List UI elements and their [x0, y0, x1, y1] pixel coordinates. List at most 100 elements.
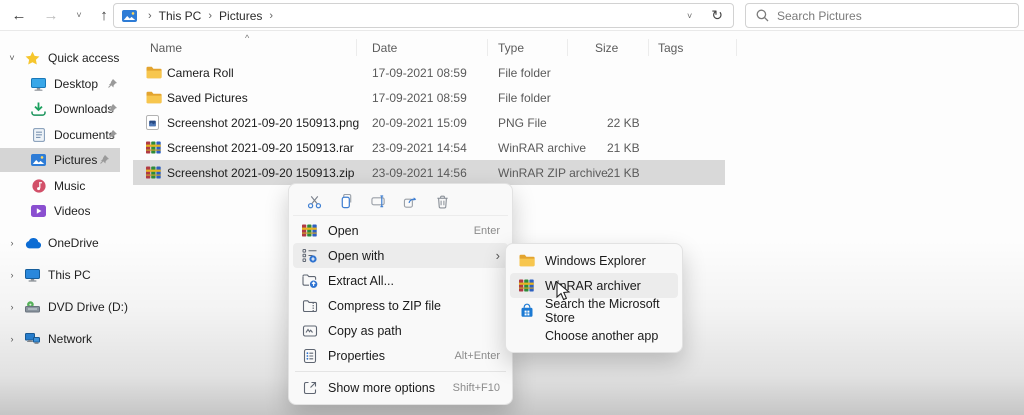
menu-item-open[interactable]: Open Enter	[293, 218, 508, 243]
dvd-drive-icon	[24, 299, 41, 316]
menu-item-copy-as-path[interactable]: Copy as path	[293, 318, 508, 343]
menu-item-show-more-options[interactable]: Show more options Shift+F10	[293, 375, 508, 400]
sidebar-item-documents[interactable]: Documents	[0, 123, 128, 147]
menu-item-compress-to-zip[interactable]: Compress to ZIP file	[293, 293, 508, 318]
file-type: WinRAR ZIP archive	[498, 166, 608, 180]
submenu-item-label: Choose another app	[545, 329, 658, 343]
file-row-screenshot-rar[interactable]: Screenshot 2021-09-20 150913.rar 23-09-2…	[133, 135, 725, 160]
pin-icon	[99, 154, 110, 165]
sidebar-item-quick-access[interactable]: ˅ Quick access	[0, 46, 128, 70]
search-box[interactable]	[745, 3, 1019, 28]
breadcrumb-separator[interactable]: ›	[269, 10, 273, 22]
forward-button[interactable]: →	[39, 3, 63, 27]
show-more-options-icon	[301, 380, 318, 396]
address-dropdown-chevron[interactable]: ˅	[678, 11, 701, 21]
navigation-pane: ˅ Quick access Desktop Downloads	[0, 32, 130, 415]
column-header-type[interactable]: Type	[498, 41, 524, 55]
sidebar-item-downloads[interactable]: Downloads	[0, 97, 128, 121]
music-icon	[30, 178, 47, 195]
sidebar-item-network[interactable]: › Network	[0, 327, 128, 351]
sidebar-item-label: Desktop	[54, 77, 98, 91]
menu-item-label: Show more options	[328, 381, 435, 395]
search-input[interactable]	[777, 9, 1018, 23]
column-header-tags[interactable]: Tags	[658, 41, 683, 55]
file-name: Screenshot 2021-09-20 150913.zip	[167, 166, 354, 180]
compress-zip-icon	[301, 298, 318, 314]
winrar-icon	[301, 224, 318, 237]
sidebar-item-label: Pictures	[54, 153, 97, 167]
menu-item-extract-all[interactable]: Extract All...	[293, 268, 508, 293]
sidebar-item-dvd-drive[interactable]: › DVD Drive (D:) CCCO	[0, 295, 128, 319]
column-header-name[interactable]: Name	[150, 41, 182, 55]
file-row-screenshot-png[interactable]: Screenshot 2021-09-20 150913.png 20-09-2…	[133, 110, 725, 135]
file-row-camera-roll[interactable]: Camera Roll 17-09-2021 08:59 File folder	[133, 60, 725, 85]
sidebar-item-label: Quick access	[48, 51, 119, 65]
folder-icon	[146, 90, 163, 106]
submenu-item-search-microsoft-store[interactable]: Search the Microsoft Store	[510, 298, 678, 323]
column-divider[interactable]	[648, 39, 649, 56]
chevron-right-icon[interactable]: ›	[6, 238, 18, 248]
column-divider[interactable]	[736, 39, 737, 56]
rename-icon[interactable]	[367, 190, 390, 213]
file-date: 23-09-2021 14:56	[372, 166, 467, 180]
menu-item-open-with[interactable]: Open with ›	[293, 243, 508, 268]
back-button[interactable]: ←	[7, 3, 31, 27]
submenu-item-choose-another-app[interactable]: Choose another app	[510, 323, 678, 348]
file-date: 20-09-2021 15:09	[372, 116, 467, 130]
pin-icon	[107, 103, 118, 114]
share-icon[interactable]	[399, 190, 422, 213]
file-size: 21 KB	[607, 141, 640, 155]
submenu-item-label: Windows Explorer	[545, 254, 646, 268]
context-menu: Open Enter Open with › Extract All... Co…	[288, 183, 513, 405]
sidebar-item-label: Documents	[54, 128, 115, 142]
address-bar[interactable]: › This PC › Pictures › ˅ ↻	[113, 3, 734, 28]
breadcrumb-separator[interactable]: ›	[208, 10, 212, 22]
chevron-right-icon[interactable]: ›	[6, 270, 18, 280]
sidebar-item-this-pc[interactable]: › This PC	[0, 263, 128, 287]
onedrive-icon	[24, 235, 41, 252]
file-date: 17-09-2021 08:59	[372, 91, 467, 105]
sidebar-item-desktop[interactable]: Desktop	[0, 72, 128, 96]
column-header-size[interactable]: Size	[595, 41, 618, 55]
refresh-icon[interactable]: ↻	[701, 7, 733, 24]
menu-item-label: Open	[328, 224, 359, 238]
column-divider[interactable]	[356, 39, 357, 56]
recent-locations-chevron[interactable]: ˅	[67, 3, 91, 27]
copy-path-icon	[301, 323, 318, 339]
breadcrumb-pictures[interactable]: Pictures	[219, 9, 262, 23]
cut-icon[interactable]	[303, 190, 326, 213]
delete-icon[interactable]	[431, 190, 454, 213]
sidebar-item-onedrive[interactable]: › OneDrive	[0, 231, 128, 255]
downloads-icon	[30, 101, 47, 118]
menu-item-label: Copy as path	[328, 324, 402, 338]
file-row-saved-pictures[interactable]: Saved Pictures 17-09-2021 08:59 File fol…	[133, 85, 725, 110]
sidebar-item-pictures[interactable]: Pictures	[0, 148, 120, 172]
menu-separator	[295, 371, 506, 372]
pictures-location-icon	[122, 10, 137, 22]
file-name: Saved Pictures	[167, 91, 248, 105]
winrar-icon	[146, 165, 163, 181]
chevron-right-icon[interactable]: ›	[6, 302, 18, 312]
submenu-item-winrar-archiver[interactable]: WinRAR archiver	[510, 273, 678, 298]
column-headers: ^ Name Date Type Size Tags	[133, 36, 733, 60]
file-row-screenshot-zip[interactable]: Screenshot 2021-09-20 150913.zip 23-09-2…	[133, 160, 725, 185]
column-divider[interactable]	[567, 39, 568, 56]
submenu-item-label: Search the Microsoft Store	[545, 297, 670, 325]
sidebar-item-music[interactable]: Music	[0, 174, 128, 198]
chevron-down-icon[interactable]: ˅	[6, 53, 18, 63]
menu-item-properties[interactable]: Properties Alt+Enter	[293, 343, 508, 368]
sidebar-item-label: DVD Drive (D:) CCCO	[48, 300, 128, 314]
chevron-right-icon[interactable]: ›	[6, 334, 18, 344]
documents-icon	[30, 127, 47, 144]
toolbar: ← → ˅ ↑ › This PC › Pictures › ˅ ↻	[0, 0, 1024, 31]
column-header-date[interactable]: Date	[372, 41, 397, 55]
copy-icon[interactable]	[335, 190, 358, 213]
submenu-item-windows-explorer[interactable]: Windows Explorer	[510, 248, 678, 273]
submenu-chevron-icon: ›	[496, 248, 500, 263]
sort-ascending-indicator: ^	[245, 33, 249, 43]
this-pc-icon	[24, 267, 41, 284]
column-divider[interactable]	[487, 39, 488, 56]
sidebar-item-videos[interactable]: Videos	[0, 199, 128, 223]
menu-item-shortcut: Alt+Enter	[454, 350, 500, 362]
breadcrumb-this-pc[interactable]: This PC	[159, 9, 202, 23]
